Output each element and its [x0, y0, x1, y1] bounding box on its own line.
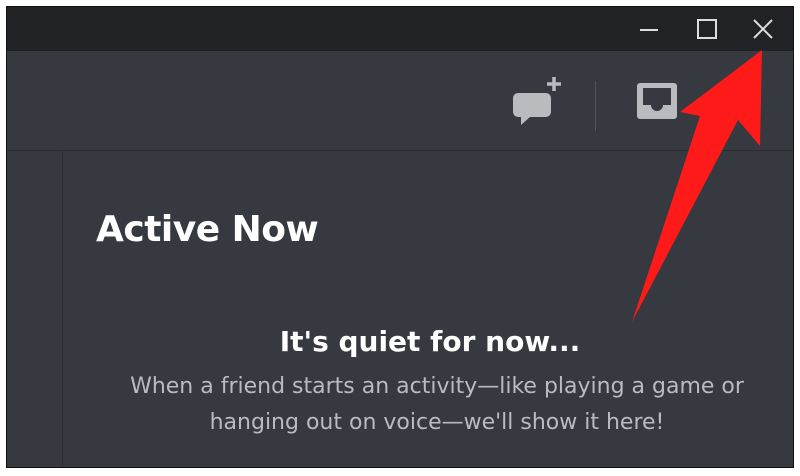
header-divider [595, 81, 596, 131]
friends-header [7, 51, 793, 151]
close-button[interactable] [737, 7, 789, 51]
minimize-button[interactable] [623, 7, 675, 51]
maximize-icon [697, 19, 717, 39]
discord-window: Active Now It's quiet for now... When a … [6, 6, 794, 468]
inbox-button[interactable] [627, 71, 687, 131]
inbox-icon [637, 83, 677, 119]
new-group-dm-button[interactable] [504, 71, 564, 131]
empty-state-title: It's quiet for now... [279, 325, 581, 358]
minimize-icon [640, 29, 658, 31]
close-icon [753, 19, 773, 39]
empty-state-text: When a friend starts an activity—like pl… [130, 374, 744, 435]
new-group-dm-icon [513, 77, 561, 125]
title-bar [7, 7, 793, 51]
maximize-button[interactable] [681, 7, 733, 51]
friends-list-panel [7, 151, 63, 467]
active-now-panel: Active Now It's quiet for now... When a … [7, 151, 793, 467]
active-now-title: Active Now [96, 209, 319, 250]
